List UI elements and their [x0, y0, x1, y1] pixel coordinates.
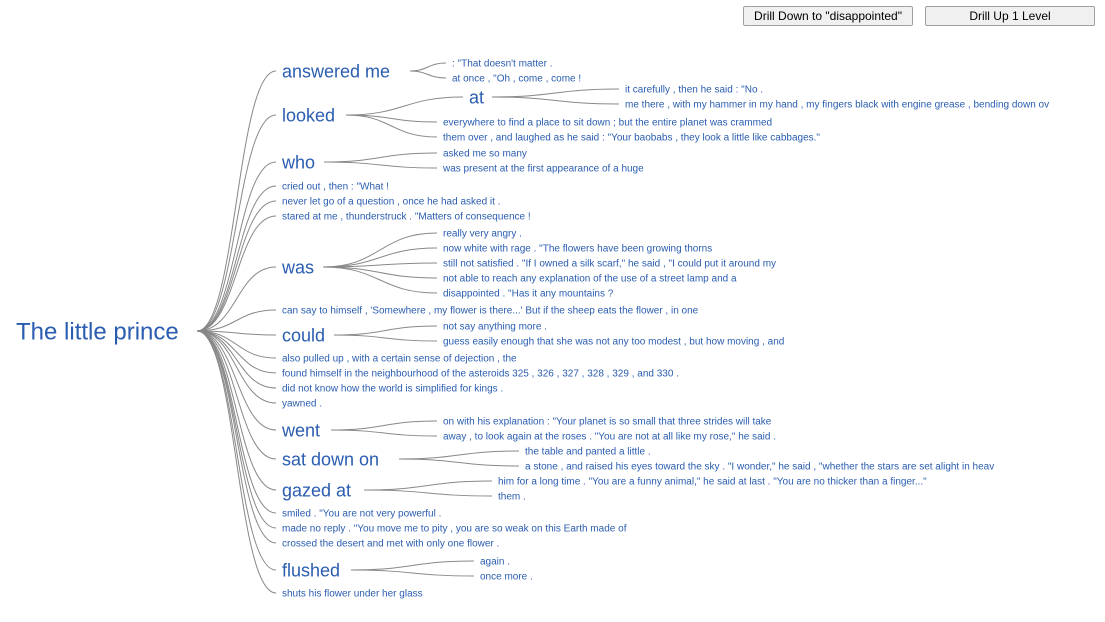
- tree-node[interactable]: went: [281, 420, 320, 440]
- tree-edge: [410, 71, 446, 78]
- tree-node[interactable]: away , to look again at the roses . "You…: [443, 432, 776, 443]
- tree-edge: [351, 561, 474, 570]
- tree-node[interactable]: cried out , then : "What !: [282, 182, 389, 193]
- tree-node[interactable]: me there , with my hammer in my hand , m…: [625, 100, 1049, 111]
- tree-node[interactable]: now white with rage . "The flowers have …: [443, 244, 712, 255]
- tree-node[interactable]: did not know how the world is simplified…: [282, 384, 503, 395]
- tree-edge: [197, 331, 276, 513]
- tree-edge: [331, 421, 437, 430]
- tree-edge: [323, 263, 437, 267]
- tree-node[interactable]: again .: [480, 557, 510, 568]
- tree-node[interactable]: looked: [282, 105, 335, 125]
- tree-node[interactable]: smiled . "You are not very powerful .: [282, 509, 441, 520]
- tree-edge: [351, 570, 474, 576]
- tree-edge: [197, 216, 276, 331]
- tree-edge: [197, 331, 276, 403]
- tree-node[interactable]: yawned .: [282, 399, 322, 410]
- tree-node[interactable]: made no reply . "You move me to pity , y…: [282, 524, 627, 535]
- tree-node[interactable]: was present at the first appearance of a…: [442, 164, 644, 175]
- tree-node[interactable]: everywhere to find a place to sit down ;…: [443, 118, 772, 129]
- tree-edge: [197, 162, 276, 331]
- tree-node[interactable]: : "That doesn't matter .: [452, 59, 553, 70]
- tree-edge: [197, 331, 276, 490]
- tree-edge: [323, 267, 437, 278]
- tree-edge: [364, 490, 492, 496]
- tree-edge: [323, 248, 437, 267]
- tree-node[interactable]: not say anything more .: [443, 322, 547, 333]
- tree-edge: [399, 459, 519, 466]
- tree-node[interactable]: not able to reach any explanation of the…: [443, 274, 737, 285]
- tree-edge: [323, 267, 437, 293]
- tree-node[interactable]: the table and panted a little .: [525, 447, 651, 458]
- tree-edge: [197, 331, 276, 528]
- tree-node[interactable]: really very angry .: [443, 229, 522, 240]
- tree-edge: [197, 186, 276, 331]
- tree-node[interactable]: can say to himself , 'Somewhere , my flo…: [282, 306, 699, 317]
- tree-diagram: The little prince answered me : "That does…: [0, 0, 1105, 622]
- tree-node[interactable]: it carefully , then he said : "No .: [625, 85, 763, 96]
- tree-node[interactable]: asked me so many: [443, 149, 527, 160]
- tree-edge: [331, 430, 437, 436]
- tree-edge: [492, 89, 619, 97]
- tree-node[interactable]: sat down on: [282, 449, 379, 469]
- tree-edge: [410, 63, 446, 71]
- tree-node[interactable]: found himself in the neighbourhood of th…: [282, 369, 679, 380]
- tree-edge: [197, 331, 276, 593]
- tree-node[interactable]: answered me: [282, 61, 390, 81]
- tree-edge: [323, 233, 437, 267]
- tree-node[interactable]: at once , "Oh , come , come !: [452, 74, 581, 85]
- tree-node[interactable]: on with his explanation : "Your planet i…: [443, 417, 772, 428]
- tree-node[interactable]: still not satisfied . "If I owned a silk…: [443, 259, 776, 270]
- tree-node[interactable]: never let go of a question , once he had…: [282, 197, 500, 208]
- tree-node[interactable]: who: [281, 152, 315, 172]
- tree-edge: [197, 331, 276, 459]
- tree-node[interactable]: them .: [498, 492, 526, 503]
- tree-node[interactable]: shuts his flower under her glass: [282, 589, 423, 600]
- tree-node[interactable]: flushed: [282, 560, 340, 580]
- tree-edge: [324, 162, 437, 168]
- tree-node[interactable]: stared at me , thunderstruck . "Matters …: [282, 212, 531, 223]
- tree-edge: [364, 481, 492, 490]
- tree-edge: [492, 97, 619, 104]
- tree-edge: [399, 451, 519, 459]
- tree-edge: [334, 326, 437, 335]
- tree-node[interactable]: crossed the desert and met with only one…: [282, 539, 499, 550]
- tree-edge: [334, 335, 437, 341]
- tree-node[interactable]: could: [282, 325, 325, 345]
- tree-node[interactable]: also pulled up , with a certain sense of…: [282, 354, 517, 365]
- tree-edge: [197, 331, 276, 430]
- tree-edge: [197, 71, 276, 331]
- tree-edge: [197, 331, 276, 543]
- tree-node[interactable]: guess easily enough that she was not any…: [443, 337, 784, 348]
- tree-root[interactable]: The little prince: [16, 318, 179, 345]
- tree-node[interactable]: at: [469, 87, 484, 107]
- tree-node[interactable]: disappointed . "Has it any mountains ?: [443, 289, 614, 300]
- tree-node[interactable]: them over , and laughed as he said : "Yo…: [443, 133, 820, 144]
- tree-node[interactable]: a stone , and raised his eyes toward the…: [525, 462, 994, 473]
- tree-edge: [346, 97, 463, 115]
- tree-node[interactable]: once more .: [480, 572, 533, 583]
- tree-node[interactable]: was: [281, 257, 314, 277]
- tree-edge: [197, 310, 276, 331]
- tree-node[interactable]: gazed at: [282, 480, 351, 500]
- tree-edge: [324, 153, 437, 162]
- tree-node[interactable]: him for a long time . "You are a funny a…: [498, 477, 927, 488]
